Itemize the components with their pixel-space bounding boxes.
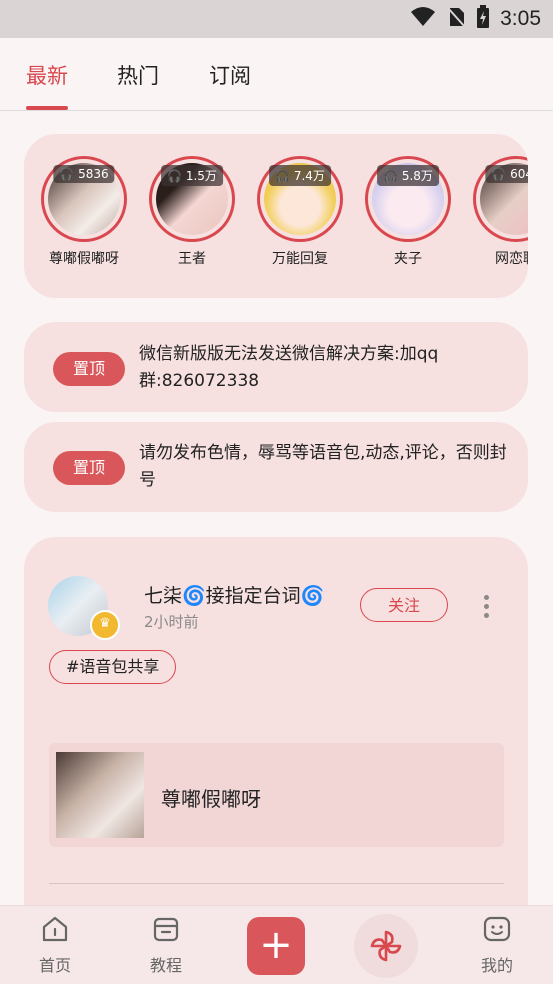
wifi-icon [410,6,436,33]
anchor-item[interactable]: 🎧 5.8万 夹子 [360,156,456,268]
status-bar: 3:05 [0,0,553,38]
nav-mine-label: 我的 [480,956,513,975]
feed-post: ♛ 七柒🌀接指定台词🌀 2小时前 关注 #语音包共享 尊嘟假嘟呀 [24,537,528,957]
battery-charging-icon [476,4,490,34]
anchor-name: 万能回复 [272,251,328,267]
anchor-name: 尊嘟假嘟呀 [49,251,119,267]
pinwheel-icon [370,930,402,962]
listen-count-badge: 🎧 5.8万 [377,165,439,186]
bottom-navigation: 首页 教程 + 我的 [0,905,553,984]
voice-pack-name: 尊嘟假嘟呀 [161,787,261,811]
crown-icon: ♛ [90,610,120,640]
anchor-name: 夹子 [394,251,422,267]
feed-tabs: 最新 热门 订阅 [0,38,553,111]
pinned-badge: 置顶 [53,451,125,485]
add-button[interactable]: + [247,917,305,975]
tab-subscribe[interactable]: 订阅 [209,60,251,90]
anchor-item[interactable]: 🎧 7.4万 万能回复 [252,156,348,268]
anchor-item[interactable]: 🎧 1.5万 王者 [144,156,240,268]
clock: 3:05 [500,7,541,30]
more-options-icon[interactable] [484,595,490,622]
divider [49,883,504,884]
voice-pack-thumbnail [56,752,144,838]
listen-count-badge: 🎧 6040 [485,165,528,183]
listen-count-badge: 🎧 1.5万 [161,165,223,186]
follow-button[interactable]: 关注 [360,588,448,622]
active-tab-indicator [26,106,68,110]
voice-anchor-carousel[interactable]: 🎧 5836 尊嘟假嘟呀 🎧 1.5万 王者 🎧 7.4万 万能回复 🎧 5.8… [24,134,528,298]
nav-tutorial[interactable]: 教程 [136,914,196,976]
pinwheel-button[interactable] [354,914,418,978]
pinned-text: 请勿发布色情，辱骂等语音包,动态,评论，否则封号 [139,443,507,490]
no-sim-icon [446,6,466,33]
tab-latest[interactable]: 最新 [26,60,68,90]
box-icon [153,917,179,942]
anchor-item[interactable]: 🎧 5836 尊嘟假嘟呀 [36,156,132,268]
listen-count-badge: 🎧 7.4万 [269,165,331,186]
topic-tag[interactable]: #语音包共享 [49,650,177,684]
home-icon [42,916,68,942]
pinned-text: 微信新版版无法发送微信解决方案:加qq群:826072338 [139,344,439,391]
smiley-icon [483,916,511,942]
author-name[interactable]: 七柒🌀接指定台词🌀 [144,581,324,608]
pinned-notice[interactable]: 置顶 请勿发布色情，辱骂等语音包,动态,评论，否则封号 [24,422,528,512]
pinned-badge: 置顶 [53,352,125,386]
nav-mine[interactable]: 我的 [467,914,527,976]
anchor-item[interactable]: 🎧 6040 网恋聊 [468,156,528,268]
nav-home[interactable]: 首页 [25,914,85,976]
nav-home-label: 首页 [38,956,71,975]
pinned-notice[interactable]: 置顶 微信新版版无法发送微信解决方案:加qq群:826072338 [24,322,528,412]
tab-hot[interactable]: 热门 [117,60,159,90]
voice-pack-card[interactable]: 尊嘟假嘟呀 [49,743,504,847]
listen-count-badge: 🎧 5836 [53,165,115,183]
nav-tutorial-label: 教程 [149,956,182,975]
post-time: 2小时前 [144,613,199,631]
anchor-name: 王者 [178,251,206,267]
anchor-name: 网恋聊 [495,251,528,267]
